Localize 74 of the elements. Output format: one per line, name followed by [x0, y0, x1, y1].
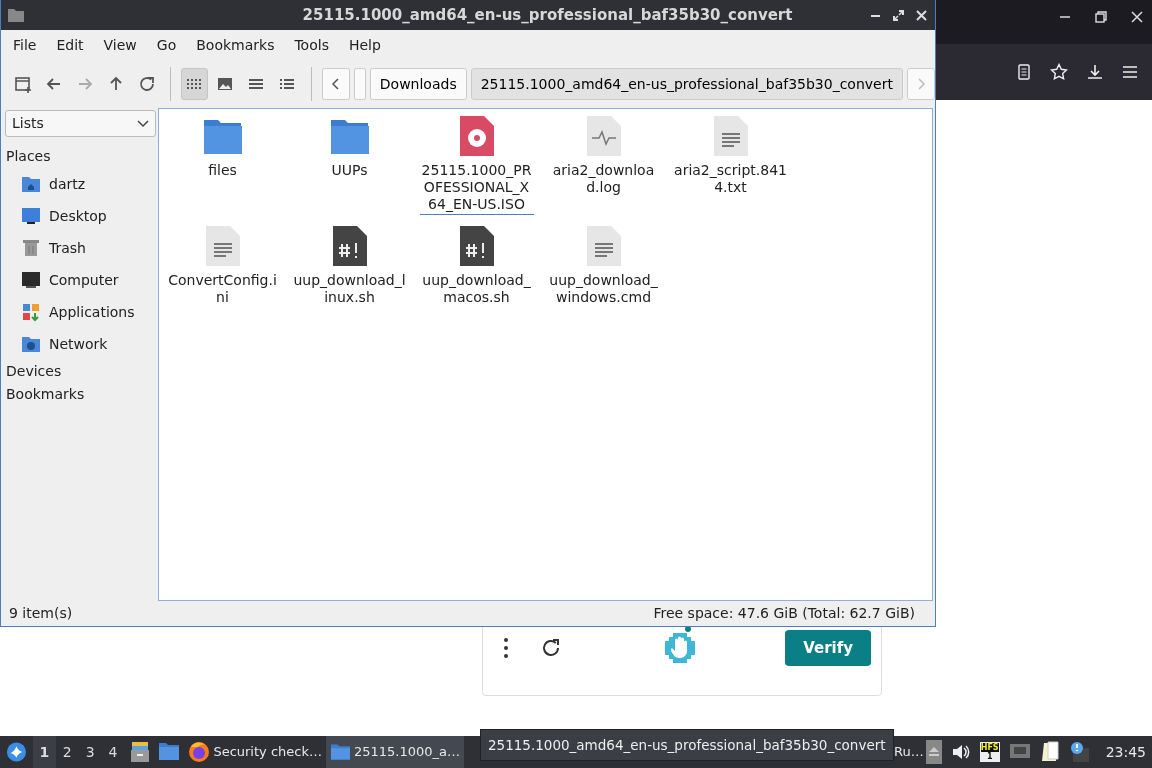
file-name[interactable]: 25115.1000_PROFESSIONAL_X64_EN-US.ISO: [419, 162, 534, 215]
menu-icon[interactable]: [1122, 64, 1138, 80]
sidebar-item[interactable]: Desktop: [3, 200, 158, 232]
file-name[interactable]: aria2_script.8414.txt: [673, 162, 788, 197]
sidebar-section[interactable]: Places: [3, 145, 158, 168]
menu-item[interactable]: View: [93, 34, 147, 56]
file-name[interactable]: files: [165, 162, 280, 180]
network-place-icon: [21, 334, 41, 354]
folder-icon: [7, 7, 25, 23]
sidebar-item[interactable]: Network: [3, 328, 158, 360]
folder-icon[interactable]: [158, 741, 181, 761]
path-button[interactable]: 25115.1000_amd64_en-us_professional_baf35b30_convert: [470, 68, 903, 100]
maximize-icon[interactable]: [893, 9, 904, 21]
sidebar-item[interactable]: Trash: [3, 232, 158, 264]
workspace-button[interactable]: 2: [55, 736, 79, 768]
close-icon[interactable]: [916, 9, 927, 21]
menu-item[interactable]: File: [3, 34, 47, 56]
task-button[interactable]: Security check…: [184, 736, 326, 768]
tooltip: 25115.1000_amd64_en-us_professional_baf35b30_convert: [480, 729, 894, 762]
keyboard-indicator[interactable]: HFS 1: [979, 742, 1000, 762]
sidebar-item[interactable]: Computer: [3, 264, 158, 296]
free-space: Free space: 47.6 GiB (Total: 62.7 GiB): [653, 604, 915, 623]
menu-item[interactable]: Help: [338, 34, 391, 56]
file-name[interactable]: uup_download_linux.sh: [292, 272, 407, 307]
reload-icon[interactable]: [137, 75, 156, 93]
sidebar-section[interactable]: Devices: [3, 360, 158, 383]
clock: 23:45: [1105, 742, 1147, 762]
path-button[interactable]: Downloads: [369, 68, 467, 100]
trash-place-icon: [21, 238, 41, 258]
side-pane-dropdown[interactable]: Lists: [5, 110, 156, 137]
volume-icon[interactable]: [950, 743, 971, 761]
sidebar-section[interactable]: Bookmarks: [3, 383, 158, 406]
task-button[interactable]: Ru…: [891, 736, 926, 768]
caret-icon: [137, 119, 149, 128]
folder-icon: [329, 741, 351, 763]
more-icon[interactable]: [503, 637, 509, 659]
star-icon[interactable]: [1050, 63, 1068, 81]
workspace-button[interactable]: 1: [32, 736, 56, 768]
notes-icon[interactable]: [1039, 741, 1060, 763]
verify-button[interactable]: Verify: [785, 629, 871, 667]
eject-icon[interactable]: [925, 740, 942, 764]
close-icon[interactable]: [1130, 10, 1144, 24]
sidebar-item[interactable]: dartz: [3, 168, 158, 200]
file-name[interactable]: uup_download_windows.cmd: [546, 272, 661, 307]
file-name[interactable]: uup_download_macos.sh: [419, 272, 534, 307]
menu-item[interactable]: Edit: [46, 34, 94, 56]
firefox-icon: [188, 741, 211, 763]
computer-place-icon: [21, 270, 41, 290]
restore-icon[interactable]: [1094, 10, 1108, 24]
notification-icon[interactable]: [1068, 741, 1091, 763]
download-icon[interactable]: [1086, 63, 1104, 81]
icon-view-button[interactable]: [180, 68, 208, 100]
home-place-icon: [21, 174, 41, 194]
path-scroll-stub: [353, 68, 366, 100]
workspace-button[interactable]: 3: [78, 736, 102, 768]
window-title: 25115.1000_amd64_en-us_professional_baf35b30_convert: [301, 4, 793, 26]
workspace-button[interactable]: 4: [101, 736, 125, 768]
start-menu-icon[interactable]: [6, 741, 27, 763]
hand-icon: [663, 631, 697, 665]
task-button[interactable]: 25115.1000_a…: [325, 736, 464, 768]
new-tab-icon[interactable]: [13, 75, 32, 93]
reader-view-icon[interactable]: [1016, 64, 1032, 80]
file-name[interactable]: aria2_download.log: [546, 162, 661, 197]
file-cabinet-icon[interactable]: [130, 741, 151, 763]
file-name[interactable]: ConvertConfig.ini: [165, 272, 280, 307]
desktop-place-icon: [21, 206, 41, 226]
item-count: 9 item(s): [9, 604, 73, 623]
menu-item[interactable]: Bookmarks: [186, 34, 285, 56]
menu-item[interactable]: Tools: [284, 34, 339, 56]
menu-item[interactable]: Go: [146, 34, 187, 56]
apps-place-icon: [21, 302, 41, 322]
sidebar-item[interactable]: Applications: [3, 296, 158, 328]
image-icon[interactable]: [216, 75, 235, 93]
file-name[interactable]: UUPs: [292, 162, 407, 180]
